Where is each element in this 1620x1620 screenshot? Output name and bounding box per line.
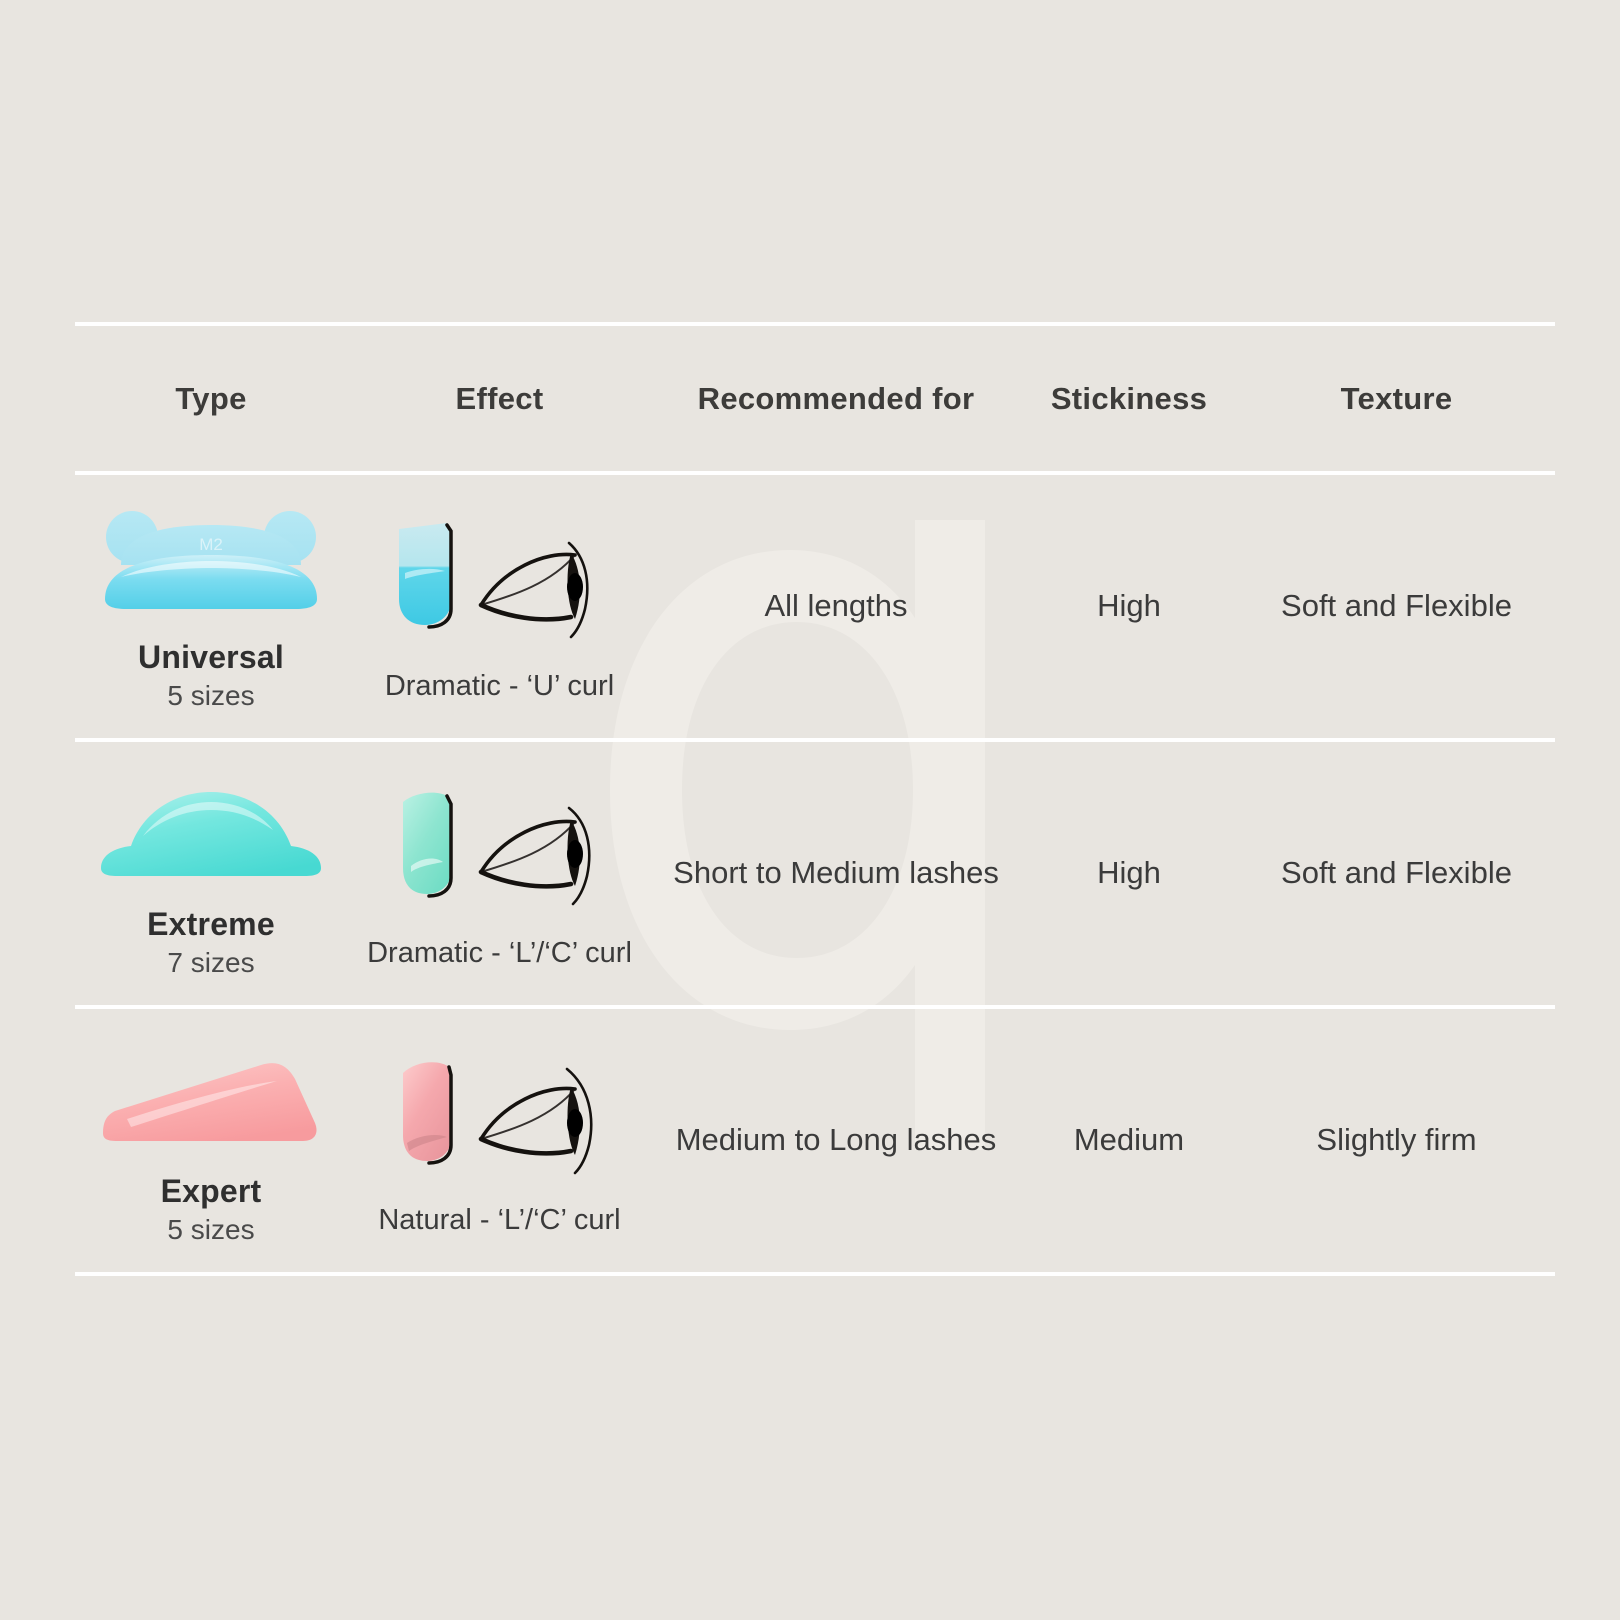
divider-bottom <box>75 1272 1555 1276</box>
row-stickiness-value: High <box>1097 588 1161 624</box>
row-effect-cell: Natural - ‘L’/‘C’ curl <box>347 1045 652 1237</box>
row-texture-cell: Soft and Flexible <box>1238 851 1555 896</box>
comparison-table: Type Effect Recommended for Stickiness T… <box>75 322 1555 1276</box>
silicone-pad-extreme-icon <box>91 768 331 880</box>
row-type-cell: Extreme 7 sizes <box>75 768 347 979</box>
row-type-sizes: 7 sizes <box>167 947 255 978</box>
silicone-pad-expert-icon <box>91 1035 331 1147</box>
column-header-type: Type <box>75 381 347 417</box>
row-stickiness-cell: High <box>1020 851 1238 896</box>
effect-illustration <box>385 511 615 646</box>
column-header-stickiness-label: Stickiness <box>1050 380 1208 416</box>
row-texture-value: Soft and Flexible <box>1281 588 1512 624</box>
swatch-shape <box>398 523 453 629</box>
swatch-shape <box>402 1062 453 1165</box>
row-type-name: Universal <box>138 639 284 675</box>
row-stickiness-value: Medium <box>1073 1122 1185 1158</box>
row-type-cell: M2 Universal 5 sizes <box>75 501 347 712</box>
column-header-texture-label: Texture <box>1340 380 1453 416</box>
row-type-sizes: 5 sizes <box>167 680 255 711</box>
table-row: M2 Universal 5 sizes Dramatic - ‘U’ curl… <box>75 475 1555 738</box>
row-recommended-cell: Medium to Long lashes <box>652 1118 1020 1163</box>
column-header-texture: Texture <box>1238 381 1555 417</box>
row-recommended-cell: Short to Medium lashes <box>652 851 1020 896</box>
row-stickiness-cell: High <box>1020 584 1238 629</box>
row-effect-label: Natural - ‘L’/‘C’ curl <box>378 1203 621 1236</box>
row-recommended-value: All lengths <box>764 588 908 624</box>
row-texture-value: Soft and Flexible <box>1281 855 1512 891</box>
row-effect-label: Dramatic - ‘U’ curl <box>384 669 615 702</box>
column-header-recommend: Recommended for <box>652 381 1020 417</box>
table-row: Expert 5 sizes Natural - ‘L’/‘C’ curl Me… <box>75 1009 1555 1272</box>
column-header-effect-label: Effect <box>455 380 544 416</box>
table-row: Extreme 7 sizes Dramatic - ‘L’/‘C’ curl … <box>75 742 1555 1005</box>
row-type-sizes: 5 sizes <box>167 1214 255 1245</box>
effect-illustration <box>385 778 615 913</box>
row-texture-cell: Slightly firm <box>1238 1118 1555 1163</box>
column-header-type-label: Type <box>175 380 247 416</box>
row-type-name: Extreme <box>147 906 275 942</box>
row-recommended-value: Medium to Long lashes <box>675 1122 997 1158</box>
pad-size-label: M2 <box>199 535 223 554</box>
row-texture-value: Slightly firm <box>1316 1122 1477 1158</box>
effect-illustration <box>385 1045 615 1180</box>
silicone-pad-universal-icon: M2 <box>91 501 331 613</box>
row-recommended-cell: All lengths <box>652 584 1020 629</box>
swatch-shape <box>402 792 453 898</box>
row-effect-label: Dramatic - ‘L’/‘C’ curl <box>367 936 632 969</box>
column-header-stickiness: Stickiness <box>1020 381 1238 417</box>
column-header-recommend-label: Recommended for <box>697 380 975 416</box>
row-effect-cell: Dramatic - ‘U’ curl <box>347 511 652 703</box>
row-recommended-value: Short to Medium lashes <box>673 855 999 891</box>
row-texture-cell: Soft and Flexible <box>1238 584 1555 629</box>
row-effect-cell: Dramatic - ‘L’/‘C’ curl <box>347 778 652 970</box>
row-type-name: Expert <box>160 1173 262 1209</box>
row-stickiness-cell: Medium <box>1020 1118 1238 1163</box>
table-header-row: Type Effect Recommended for Stickiness T… <box>75 326 1555 471</box>
row-type-cell: Expert 5 sizes <box>75 1035 347 1246</box>
row-stickiness-value: High <box>1097 855 1161 891</box>
column-header-effect: Effect <box>347 381 652 417</box>
